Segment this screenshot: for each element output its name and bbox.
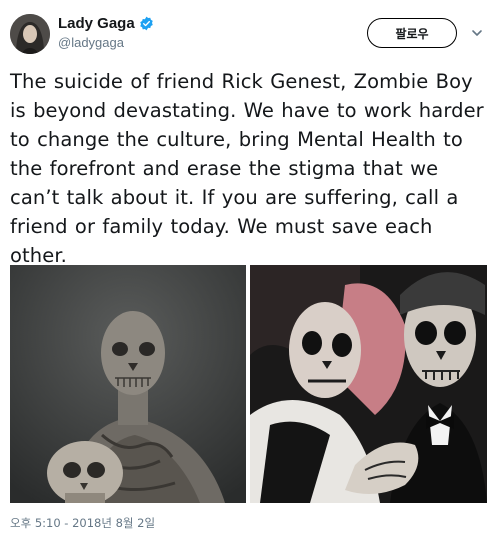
chevron-down-icon[interactable]	[470, 26, 484, 40]
verified-badge-icon	[139, 16, 154, 31]
display-name[interactable]: Lady Gaga	[58, 15, 135, 32]
photo-zombie-boy-skull[interactable]	[10, 265, 246, 503]
tweet-text: The suicide of friend Rick Genest, Zombi…	[10, 70, 484, 267]
photo-zombie-makeup-duo[interactable]	[250, 265, 487, 503]
tweet-timestamp[interactable]: 오후 5:10 - 2018년 8월 2일	[10, 515, 155, 531]
avatar-image	[10, 14, 50, 54]
user-handle[interactable]: @ladygaga	[58, 35, 124, 50]
avatar[interactable]	[10, 14, 50, 54]
follow-button[interactable]: 팔로우	[367, 18, 457, 48]
tweet-header: Lady Gaga @ladygaga 팔로우	[0, 0, 500, 62]
tweet-media[interactable]	[10, 265, 487, 503]
name-row: Lady Gaga	[58, 15, 154, 32]
